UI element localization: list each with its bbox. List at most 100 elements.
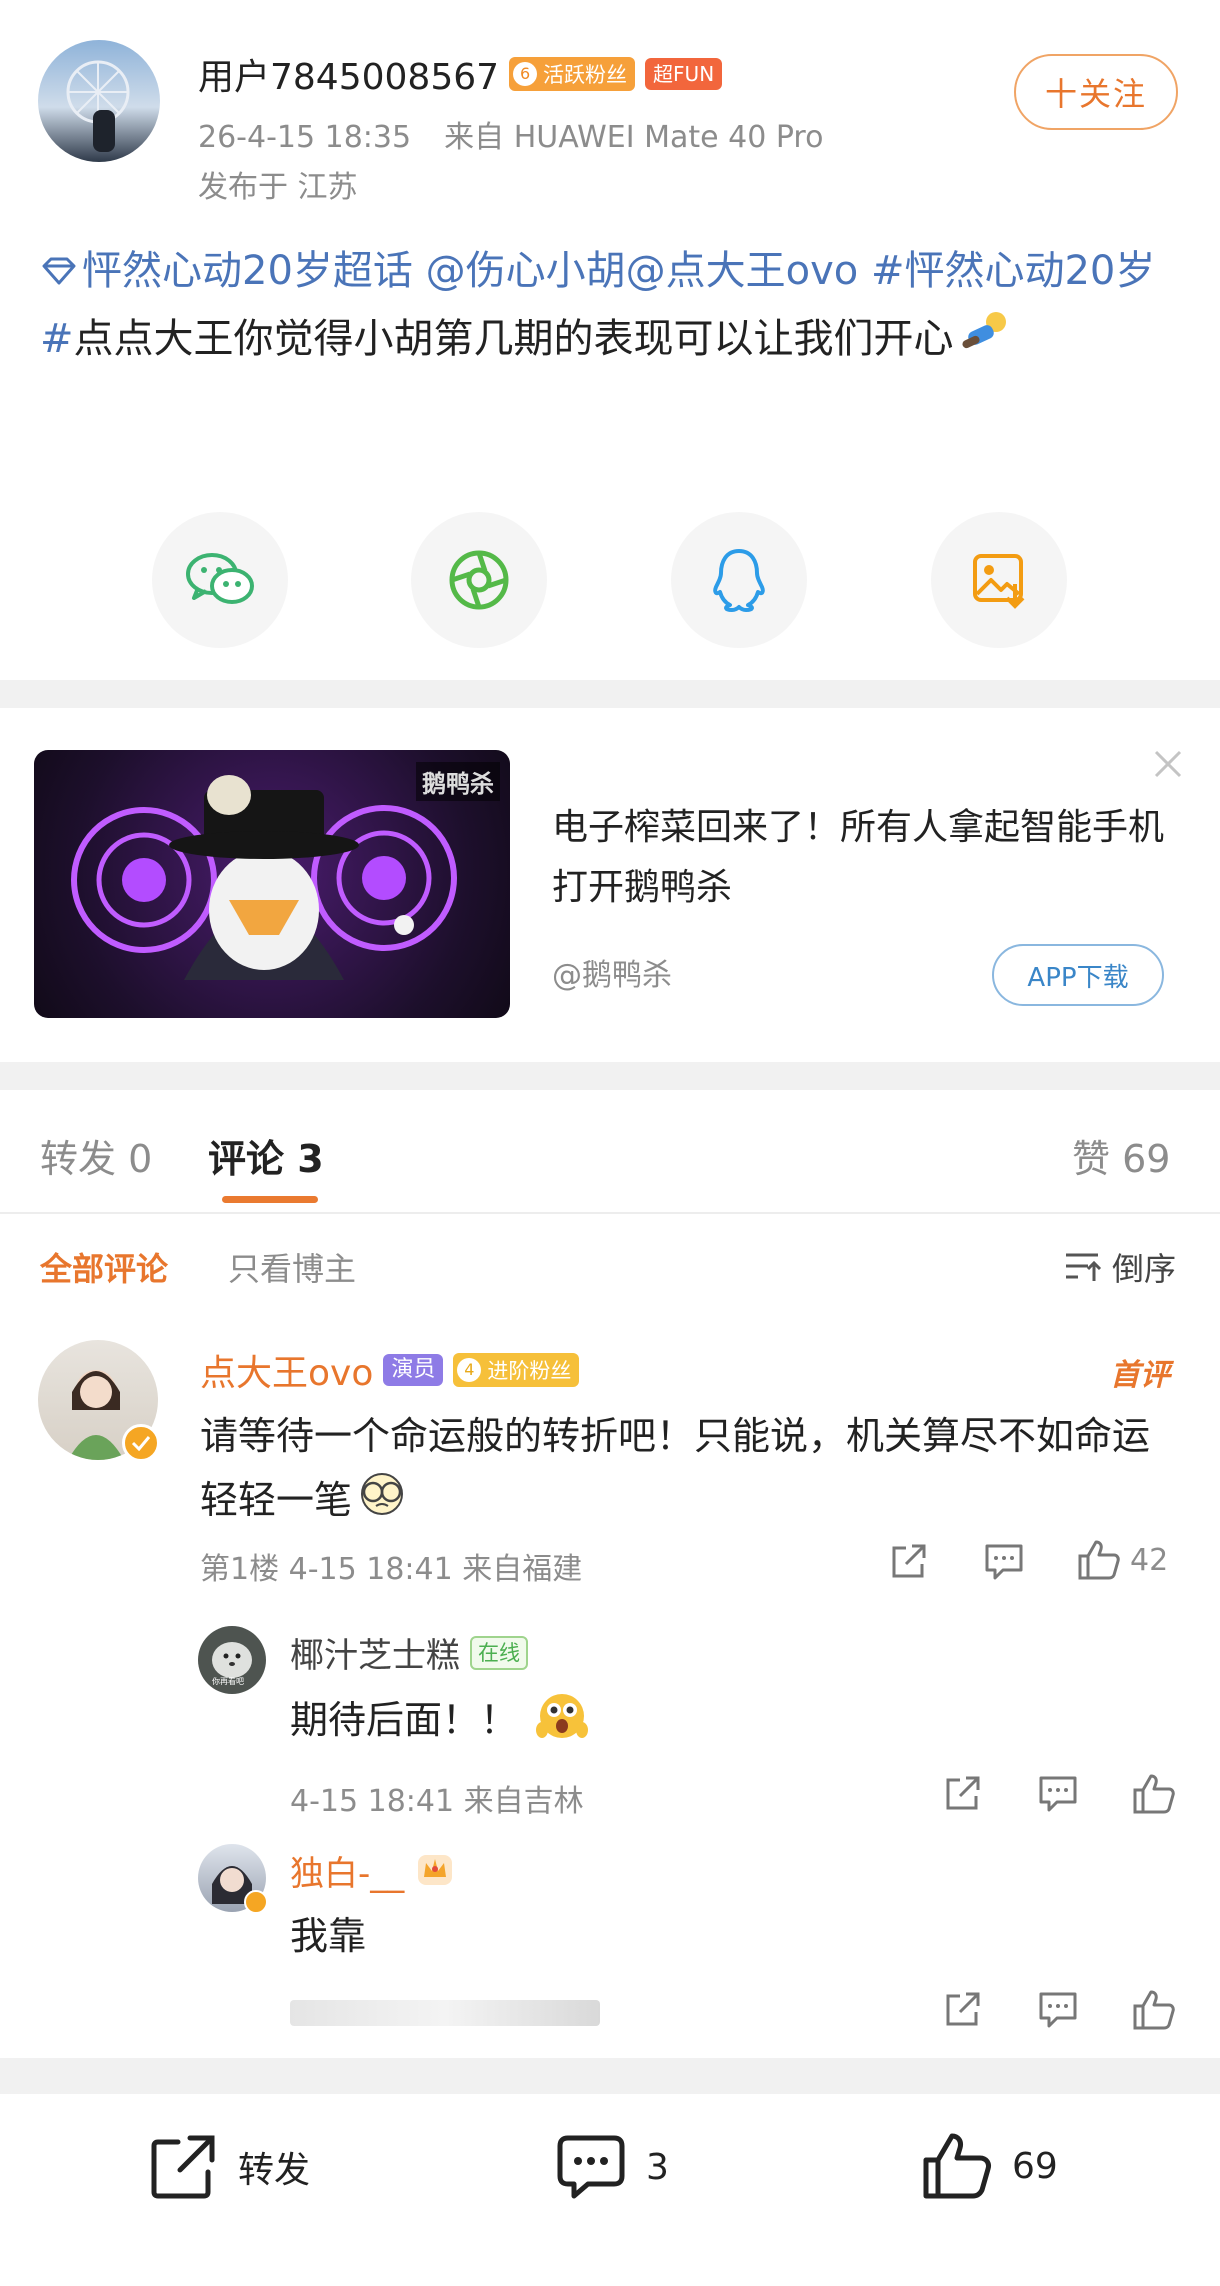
ad-title[interactable]: 电子榨菜回来了！所有人拿起智能手机打开鹅鸭杀	[552, 798, 1172, 918]
cartoon-person-emoji	[958, 308, 1010, 374]
surprised-face-emoji	[534, 1686, 590, 1759]
reply-user-name[interactable]: 椰汁芝士糕	[290, 1628, 460, 1677]
comment-text: 请等待一个命运般的转折吧！只能说，机关算尽不如命运轻轻一笔	[200, 1404, 1180, 1535]
thumbs-up-icon	[923, 2133, 991, 2199]
reply-avatar[interactable]: 你再看吧	[198, 1626, 266, 1694]
bottom-like-count: 69	[1012, 2145, 1058, 2187]
tab-likes[interactable]: 赞 69	[1072, 1128, 1170, 1183]
tab-likes-count: 69	[1122, 1137, 1171, 1181]
bottom-repost-label: 转发	[238, 2150, 311, 2191]
reply-like-button[interactable]	[1130, 1986, 1178, 2034]
thumbs-up-icon	[1133, 1990, 1175, 2030]
super-fun-badge[interactable]: 超FUN	[645, 58, 723, 90]
comment-share-button[interactable]	[884, 1540, 932, 1584]
section-divider	[0, 680, 1220, 708]
follow-button[interactable]: 十关注	[1014, 54, 1178, 130]
reply-text: 期待后面！！	[290, 1686, 590, 1759]
sad-glasses-emoji	[356, 1470, 408, 1535]
bottom-like-button[interactable]: 69	[920, 2130, 1058, 2202]
ad-close-button[interactable]	[1148, 744, 1188, 784]
section-divider	[0, 2058, 1220, 2094]
supertopic-link[interactable]: 怦然心动20岁超话	[82, 248, 413, 294]
bottom-comment-button[interactable]: 3	[554, 2132, 669, 2202]
reply-body: 我靠	[290, 1914, 367, 1958]
share-wechat-button[interactable]	[152, 512, 288, 648]
tab-repost-count: 0	[128, 1137, 153, 1181]
bottom-repost-button[interactable]: 转发	[148, 2132, 310, 2202]
tab-likes-label: 赞	[1072, 1137, 1111, 1181]
bottom-comment-count: 3	[646, 2146, 669, 2188]
filter-all-comments[interactable]: 全部评论	[40, 1244, 168, 1290]
post-source: 来自 HUAWEI Mate 40 Pro	[444, 120, 824, 155]
app-download-button[interactable]: APP下载	[992, 944, 1164, 1006]
game-logo-text: 鹅鸭杀	[416, 762, 500, 801]
fan-level-badge[interactable]: 6 活跃粉丝	[509, 57, 636, 91]
ferris-wheel-photo	[66, 60, 130, 152]
fan-level-text: 进阶粉丝	[487, 1359, 572, 1383]
reply-body: 期待后面！！	[290, 1698, 519, 1742]
ad-account[interactable]: @鹅鸭杀	[552, 950, 672, 994]
verified-icon	[244, 1890, 268, 1914]
tab-repost-label: 转发	[40, 1137, 117, 1181]
post-time: 26-4-15 18:35	[198, 120, 412, 155]
reply-like-button[interactable]	[1130, 1770, 1178, 1818]
reply-icon	[985, 1544, 1023, 1580]
close-icon	[1154, 750, 1182, 778]
online-status-badge: 在线	[470, 1635, 528, 1670]
reply-reply-button[interactable]	[1034, 1772, 1082, 1816]
share-icon	[946, 1992, 980, 2026]
reply-reply-button[interactable]	[1034, 1988, 1082, 2032]
supertopic-icon	[40, 240, 78, 306]
thumbs-up-icon	[1133, 1774, 1175, 1814]
post-author-name[interactable]: 用户7845008567	[198, 48, 499, 100]
comment-meta: 第1楼 4-15 18:41 来自福建	[200, 1552, 583, 1587]
sort-button[interactable]: 倒序	[1062, 1244, 1176, 1290]
save-image-button[interactable]	[931, 512, 1067, 648]
qq-icon	[713, 549, 765, 612]
sort-icon	[1066, 1253, 1102, 1281]
bottom-bar: 转发 3 69	[0, 2094, 1220, 2286]
fan-level-number: 4	[457, 1358, 482, 1382]
share-qq-button[interactable]	[671, 512, 807, 648]
section-divider	[0, 1062, 1220, 1090]
tab-repost[interactable]: 转发 0	[40, 1128, 152, 1183]
post-text: 点点大王你觉得小胡第几期的表现可以让我们开心	[73, 316, 954, 362]
verified-icon	[122, 1424, 160, 1462]
moments-icon	[449, 550, 509, 610]
sort-label: 倒序	[1112, 1250, 1177, 1288]
share-icon	[892, 1544, 926, 1578]
comment-reply-button[interactable]	[980, 1540, 1028, 1584]
post-location: 发布于 江苏	[198, 170, 358, 205]
fan-level-badge[interactable]: 4 进阶粉丝	[453, 1353, 580, 1387]
reply-user-name[interactable]: 独白-__	[290, 1846, 404, 1895]
tabs-divider	[0, 1212, 1220, 1214]
comment-icon	[557, 2135, 625, 2199]
reply-icon	[1039, 1776, 1077, 1812]
post-author-avatar[interactable]	[38, 40, 160, 162]
reply-meta: 4-15 18:41 来自吉林	[290, 1784, 584, 1819]
commenter-name[interactable]: 点大王ovo	[200, 1344, 373, 1396]
tab-comments[interactable]: 评论 3	[208, 1128, 324, 1183]
filter-author-only[interactable]: 只看博主	[228, 1244, 356, 1290]
mention-link[interactable]: @伤心小胡	[426, 248, 626, 294]
reply-share-button[interactable]	[938, 1988, 986, 2032]
app-download-label: APP下载	[1027, 962, 1129, 993]
thumbs-up-icon	[1078, 1540, 1120, 1580]
reply-share-button[interactable]	[938, 1772, 986, 1816]
role-badge: 演员	[383, 1354, 444, 1386]
blurred-meta-placeholder	[290, 2000, 600, 2026]
follow-button-label: 十关注	[1044, 75, 1147, 113]
comment-like-button[interactable]: 42	[1076, 1538, 1168, 1582]
ad-image[interactable]: 鹅鸭杀	[34, 750, 510, 1018]
tab-active-indicator	[222, 1196, 318, 1203]
post-content: 怦然心动20岁超话 @伤心小胡@点大王ovo #怦然心动20岁#点点大王你觉得小…	[40, 238, 1180, 374]
share-icon	[946, 1776, 980, 1810]
mention-link[interactable]: @点大王ovo	[626, 248, 859, 294]
comment-body: 请等待一个命运般的转折吧！只能说，机关算尽不如命运轻轻一笔	[200, 1414, 1151, 1522]
tab-comments-count: 3	[297, 1137, 324, 1181]
crown-icon	[414, 1849, 456, 1893]
share-moments-button[interactable]	[411, 512, 547, 648]
first-comment-tag: 首评	[1110, 1358, 1170, 1393]
fan-level-text: 活跃粉丝	[543, 63, 628, 87]
reply-avatar-caption: 你再看吧	[212, 1677, 244, 1686]
